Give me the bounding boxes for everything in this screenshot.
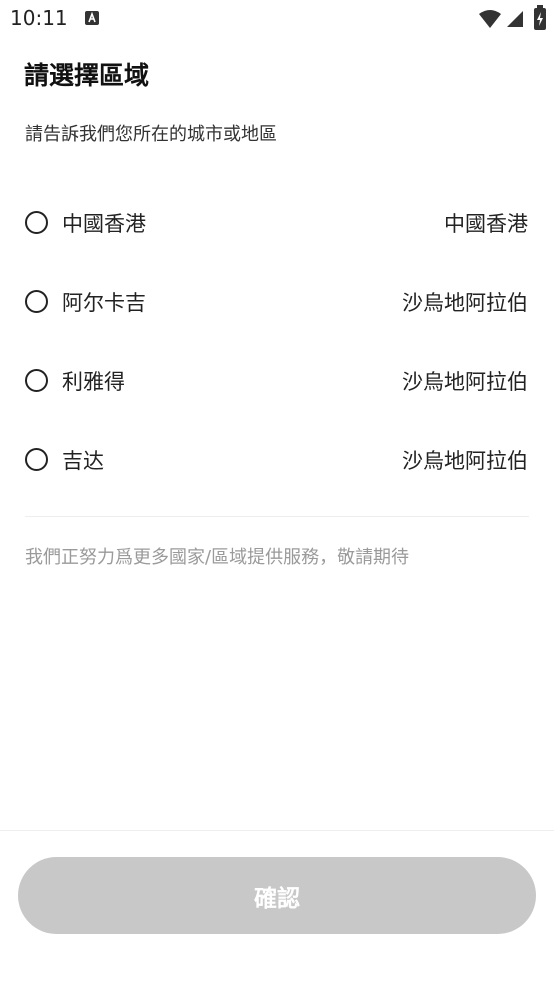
region-name: 吉达 <box>62 449 104 473</box>
service-notice: 我們正努力爲更多國家/區域提供服務，敬請期待 <box>25 547 410 568</box>
status-bar: 10:11 <box>0 0 554 38</box>
region-name: 利雅得 <box>62 370 125 394</box>
region-name: 中國香港 <box>62 212 146 236</box>
region-option[interactable]: 中國香港 中國香港 <box>0 183 554 262</box>
region-country: 中國香港 <box>444 212 528 236</box>
wifi-icon <box>479 10 501 28</box>
battery-charging-icon <box>534 5 546 30</box>
divider <box>25 516 529 517</box>
region-option[interactable]: 利雅得 沙烏地阿拉伯 <box>0 341 554 420</box>
radio-button[interactable] <box>25 290 48 313</box>
a-notification-icon <box>85 11 99 25</box>
status-icons <box>478 5 546 31</box>
region-country: 沙烏地阿拉伯 <box>402 291 528 315</box>
page-title: 請選擇區域 <box>24 61 150 90</box>
region-country: 沙烏地阿拉伯 <box>402 370 528 394</box>
region-country: 沙烏地阿拉伯 <box>402 449 528 473</box>
region-option[interactable]: 吉达 沙烏地阿拉伯 <box>0 420 554 499</box>
confirm-button[interactable]: 確認 <box>18 857 536 934</box>
footer-divider <box>0 830 554 831</box>
radio-button[interactable] <box>25 211 48 234</box>
page-subtitle: 請告訴我們您所在的城市或地區 <box>25 124 277 145</box>
region-name: 阿尔卡吉 <box>62 291 146 315</box>
status-time: 10:11 <box>10 6 68 30</box>
signal-icon <box>507 11 523 27</box>
radio-button[interactable] <box>25 448 48 471</box>
radio-button[interactable] <box>25 369 48 392</box>
region-list: 中國香港 中國香港 阿尔卡吉 沙烏地阿拉伯 利雅得 沙烏地阿拉伯 吉达 沙烏地阿… <box>0 183 554 499</box>
region-option[interactable]: 阿尔卡吉 沙烏地阿拉伯 <box>0 262 554 341</box>
